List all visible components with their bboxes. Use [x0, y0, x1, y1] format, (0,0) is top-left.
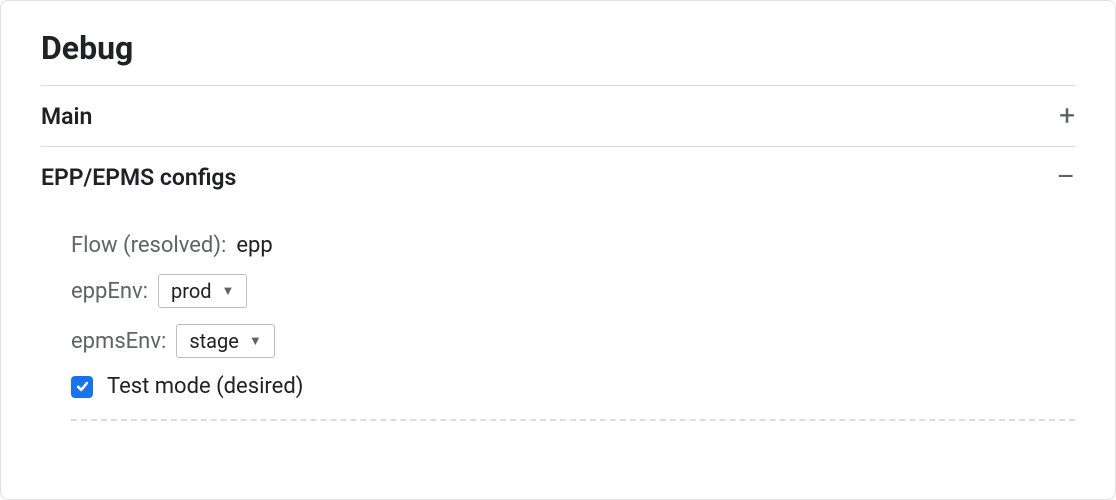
section-configs: EPP/EPMS configs – Flow (resolved): epp … [41, 146, 1075, 433]
epmsenv-select[interactable]: stage ▼ [176, 324, 274, 358]
row-epmsenv: epmsEnv: stage ▼ [71, 324, 1075, 358]
minus-icon: – [1057, 163, 1075, 191]
testmode-checkbox[interactable] [71, 376, 93, 398]
check-icon [75, 379, 90, 394]
row-eppenv: eppEnv: prod ▼ [71, 274, 1075, 308]
dashed-divider [71, 419, 1075, 421]
debug-panel: Debug Main + EPP/EPMS configs – Flow (re… [0, 0, 1116, 500]
section-main-title: Main [41, 103, 92, 130]
epmsenv-label: epmsEnv: [71, 329, 166, 354]
panel-title: Debug [41, 1, 1075, 85]
flow-label: Flow (resolved): [71, 233, 226, 258]
section-configs-header[interactable]: EPP/EPMS configs – [41, 147, 1075, 207]
eppenv-label: eppEnv: [71, 279, 148, 304]
row-testmode: Test mode (desired) [71, 374, 1075, 399]
epmsenv-selected: stage [189, 329, 239, 353]
flow-value: epp [236, 233, 272, 258]
section-configs-title: EPP/EPMS configs [41, 164, 236, 191]
section-main-header[interactable]: Main + [41, 86, 1075, 146]
row-flow: Flow (resolved): epp [71, 233, 1075, 258]
plus-icon: + [1059, 102, 1075, 130]
chevron-down-icon: ▼ [222, 283, 235, 299]
section-main: Main + [41, 85, 1075, 146]
eppenv-selected: prod [171, 279, 212, 303]
section-configs-body: Flow (resolved): epp eppEnv: prod ▼ epms… [41, 207, 1075, 433]
testmode-label: Test mode (desired) [107, 374, 303, 399]
eppenv-select[interactable]: prod ▼ [158, 274, 247, 308]
chevron-down-icon: ▼ [249, 333, 262, 349]
